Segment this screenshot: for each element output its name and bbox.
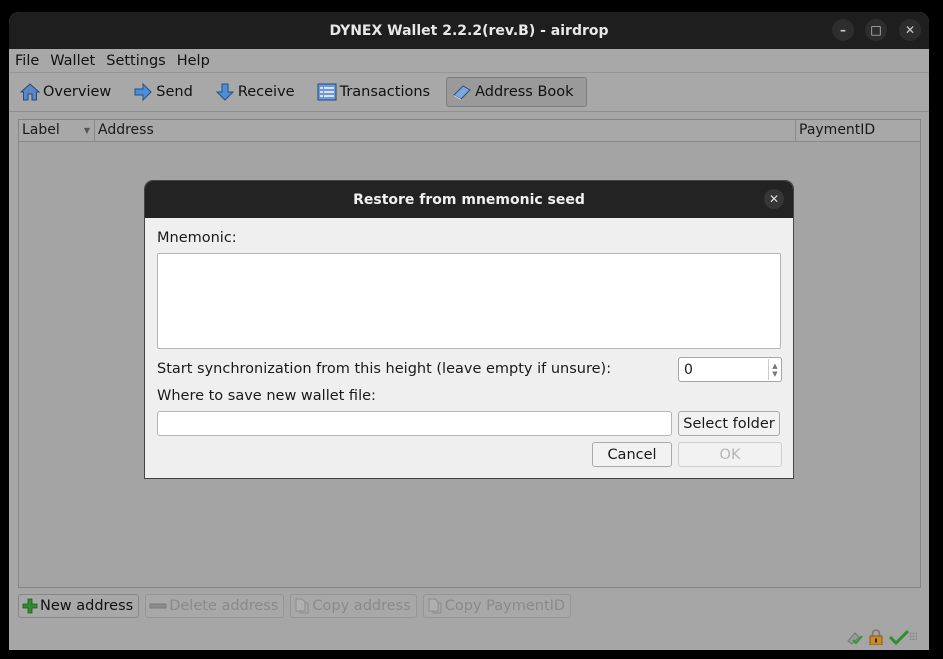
close-icon: ✕	[768, 192, 780, 206]
menu-file[interactable]: File	[10, 53, 44, 69]
column-header-paymentid[interactable]: PaymentID	[796, 120, 920, 141]
copy-address-button[interactable]: Copy address	[290, 594, 417, 618]
minimize-button[interactable]: –	[832, 19, 854, 41]
lock-icon	[869, 629, 883, 649]
copy-icon	[427, 598, 443, 614]
tab-address-book[interactable]: Address Book	[446, 77, 587, 107]
tab-overview[interactable]: Overview	[14, 77, 117, 107]
toolbar: Overview Send Receive Transactions Addre…	[9, 73, 929, 112]
address-book-icon	[452, 82, 472, 102]
menu-wallet[interactable]: Wallet	[45, 53, 100, 69]
new-address-label: New address	[40, 598, 134, 614]
tab-address-book-label: Address Book	[475, 84, 574, 100]
minimize-icon: –	[840, 23, 846, 37]
menu-bar: File Wallet Settings Help	[9, 49, 929, 73]
tab-transactions[interactable]: Transactions	[311, 77, 437, 107]
column-label-text: Label	[22, 122, 60, 138]
synced-check-icon	[888, 629, 910, 649]
copy-paymentid-button[interactable]: Copy PaymentID	[422, 594, 572, 618]
sync-height-value[interactable]: 0	[679, 362, 768, 378]
spin-up-icon[interactable]: ▲	[772, 362, 777, 370]
tab-receive[interactable]: Receive	[209, 77, 301, 107]
connected-icon	[845, 629, 863, 649]
delete-icon	[149, 598, 167, 614]
menu-settings[interactable]: Settings	[101, 53, 170, 69]
arrow-right-icon	[133, 82, 153, 102]
plus-icon	[22, 598, 38, 614]
dialog-close-button[interactable]: ✕	[764, 189, 784, 209]
maximize-icon: □	[870, 23, 882, 37]
arrow-down-icon	[215, 82, 235, 102]
tab-overview-label: Overview	[43, 84, 112, 100]
spin-arrows[interactable]: ▲ ▼	[768, 359, 781, 380]
copy-address-label: Copy address	[312, 598, 411, 614]
restore-mnemonic-dialog: Restore from mnemonic seed ✕ Mnemonic: S…	[145, 181, 793, 478]
maximize-button[interactable]: □	[865, 19, 887, 41]
tab-receive-label: Receive	[237, 84, 295, 100]
new-address-button[interactable]: New address	[18, 594, 140, 618]
table-header: Label ▼ Address PaymentID	[19, 120, 920, 142]
title-bar: DYNEX Wallet 2.2.2(rev.B) - airdrop – □ …	[9, 12, 929, 49]
address-actions: New address Delete address Copy address …	[18, 594, 572, 618]
spin-down-icon[interactable]: ▼	[772, 370, 777, 378]
wallet-path-input[interactable]	[157, 411, 672, 436]
column-header-label[interactable]: Label ▼	[19, 120, 95, 141]
tab-send[interactable]: Send	[127, 77, 199, 107]
mnemonic-input[interactable]	[157, 253, 781, 349]
sync-height-spinbox[interactable]: 0 ▲ ▼	[678, 357, 782, 382]
column-header-address[interactable]: Address	[95, 120, 796, 141]
close-icon: ✕	[904, 23, 916, 37]
column-paymentid-text: PaymentID	[799, 122, 876, 138]
wallet-path-label: Where to save new wallet file:	[157, 388, 376, 404]
status-bar	[845, 629, 910, 649]
resize-grip[interactable]	[909, 632, 917, 640]
dialog-title: Restore from mnemonic seed	[353, 191, 585, 208]
tab-send-label: Send	[156, 84, 193, 100]
delete-address-label: Delete address	[169, 598, 279, 614]
ok-button[interactable]: OK	[678, 442, 782, 467]
copy-paymentid-label: Copy PaymentID	[444, 598, 566, 614]
list-icon	[317, 82, 337, 102]
close-button[interactable]: ✕	[899, 19, 921, 41]
cancel-button[interactable]: Cancel	[592, 442, 672, 467]
window-title: DYNEX Wallet 2.2.2(rev.B) - airdrop	[329, 22, 609, 39]
home-icon	[20, 82, 40, 102]
column-address-text: Address	[98, 122, 154, 138]
select-folder-button[interactable]: Select folder	[678, 411, 780, 436]
sync-height-label: Start synchronization from this height (…	[157, 361, 612, 377]
delete-address-button[interactable]: Delete address	[145, 594, 285, 618]
tab-transactions-label: Transactions	[339, 84, 431, 100]
mnemonic-label: Mnemonic:	[157, 230, 237, 246]
dialog-title-bar: Restore from mnemonic seed ✕	[145, 181, 793, 218]
copy-icon	[294, 598, 310, 614]
sort-indicator-icon: ▼	[83, 126, 90, 135]
menu-help[interactable]: Help	[172, 53, 215, 69]
